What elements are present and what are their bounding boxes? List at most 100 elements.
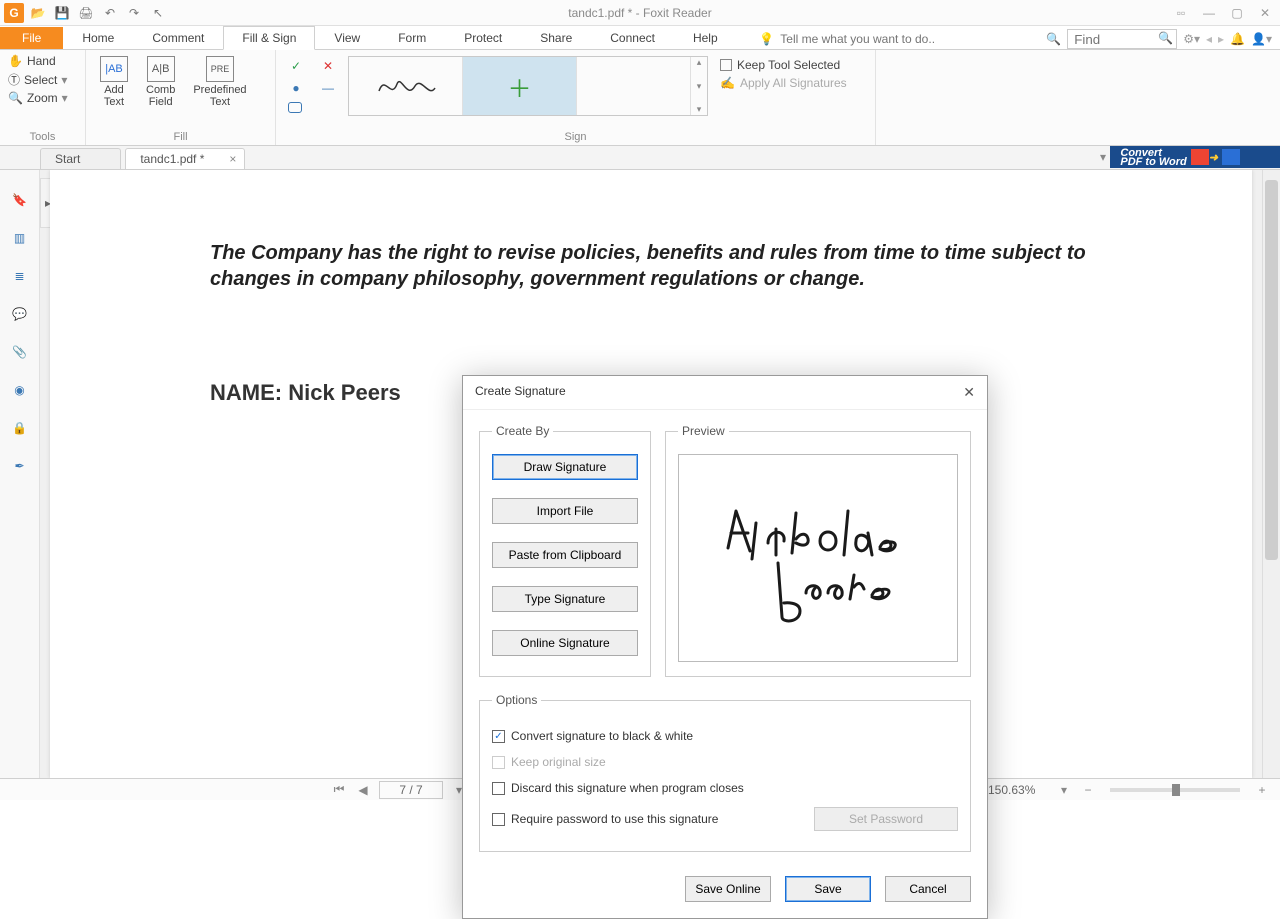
signature-thumb-icon <box>371 66 441 106</box>
tab-view[interactable]: View <box>315 26 379 49</box>
tabs-dropdown-icon[interactable]: ▾ <box>1100 150 1106 164</box>
ribbon-display-icon[interactable]: ▫▫ <box>1172 6 1190 20</box>
find-next-icon[interactable]: ▸ <box>1218 32 1224 46</box>
tab-fill-sign[interactable]: Fill & Sign <box>223 26 315 50</box>
opt-keep-size: Keep original size <box>492 749 958 775</box>
create-by-legend: Create By <box>492 424 553 438</box>
draw-signature-button[interactable]: Draw Signature <box>492 454 638 480</box>
apply-all-button[interactable]: ✍ Apply All Signatures <box>720 76 847 90</box>
doctab-start[interactable]: Start <box>40 148 121 169</box>
redo-icon[interactable]: ↷ <box>124 3 144 23</box>
notification-icon[interactable]: 🔔 <box>1230 32 1245 46</box>
find-prev-icon[interactable]: ◂ <box>1206 32 1212 46</box>
keep-tool-checkbox[interactable]: Keep Tool Selected <box>720 58 847 72</box>
signature-preview-icon <box>708 483 928 633</box>
zoom-icon: 🔍 <box>8 91 23 105</box>
save-online-button[interactable]: Save Online <box>685 876 771 902</box>
signature-slot-1[interactable] <box>349 57 463 115</box>
gallery-up-icon[interactable]: ▴ <box>691 57 707 68</box>
keep-tool-label: Keep Tool Selected <box>737 58 840 72</box>
online-signature-button[interactable]: Online Signature <box>492 630 638 656</box>
add-text-button[interactable]: |AB Add Text <box>94 54 134 110</box>
gallery-more-icon[interactable]: ▾ <box>691 104 707 115</box>
apply-all-label: Apply All Signatures <box>740 76 847 90</box>
dialog-close-icon[interactable]: ✕ <box>963 384 975 401</box>
doc-chip-icon <box>1222 149 1240 165</box>
import-file-button[interactable]: Import File <box>492 498 638 524</box>
close-icon[interactable]: ✕ <box>1256 6 1274 20</box>
maximize-icon[interactable]: ▢ <box>1228 6 1246 20</box>
select-icon: Ⓣ <box>8 71 20 88</box>
comb-field-label: Comb Field <box>146 84 175 108</box>
minimize-icon[interactable]: — <box>1200 6 1218 20</box>
title-bar: G 📂 💾 🖨 ↶ ↷ ↖ tandc1.pdf * - Foxit Reade… <box>0 0 1280 26</box>
comb-field-button[interactable]: A|B Comb Field <box>140 54 181 110</box>
apply-all-icon: ✍ <box>720 76 735 90</box>
undo-icon[interactable]: ↶ <box>100 3 120 23</box>
signature-slot-3[interactable] <box>577 57 691 115</box>
convert-banner[interactable]: Convert PDF to Word ➜ <box>1110 146 1280 168</box>
first-page-icon[interactable]: ⏮ <box>331 782 347 797</box>
x-mark-icon[interactable]: ✕ <box>320 58 336 74</box>
opt-discard[interactable]: Discard this signature when program clos… <box>492 775 958 801</box>
fill-group-label: Fill <box>94 129 267 143</box>
print-icon[interactable]: 🖨 <box>76 3 96 23</box>
checkmark-icon[interactable]: ✓ <box>288 58 304 74</box>
predefined-text-button[interactable]: PRE Predefined Text <box>187 54 252 110</box>
opt-require-password[interactable]: Require password to use this signature S… <box>492 801 958 837</box>
cursor-icon[interactable]: ↖ <box>148 3 168 23</box>
menu-bar: File Home Comment Fill & Sign View Form … <box>0 26 1280 50</box>
find-options-icon[interactable]: ⚙▾ <box>1183 32 1200 46</box>
tab-share[interactable]: Share <box>521 26 591 49</box>
select-label: Select <box>24 73 57 87</box>
checkbox-icon <box>492 782 505 795</box>
save-button[interactable]: Save <box>785 876 871 902</box>
hand-tool[interactable]: ✋ Hand <box>8 54 77 68</box>
pdf-chip-icon <box>1191 149 1209 165</box>
set-password-button: Set Password <box>814 807 958 831</box>
opt-convert-label: Convert signature to black & white <box>511 729 693 743</box>
rect-icon[interactable] <box>288 102 302 113</box>
zoom-level[interactable]: 150.63% <box>988 783 1048 797</box>
opt-convert-bw[interactable]: ✓ Convert signature to black & white <box>492 723 958 749</box>
zoom-out-icon[interactable]: − <box>1080 783 1096 797</box>
zoom-slider-knob[interactable] <box>1172 784 1180 796</box>
tab-connect[interactable]: Connect <box>591 26 674 49</box>
cancel-button[interactable]: Cancel <box>885 876 971 902</box>
paste-clipboard-button[interactable]: Paste from Clipboard <box>492 542 638 568</box>
page-indicator[interactable]: 7 / 7 <box>379 781 443 799</box>
search-doc-icon[interactable]: 🔍 <box>1046 32 1061 46</box>
hand-label: Hand <box>27 54 56 68</box>
tab-protect[interactable]: Protect <box>445 26 521 49</box>
tab-home[interactable]: Home <box>63 26 133 49</box>
line-icon[interactable]: — <box>320 80 336 96</box>
banner-line2: PDF to Word <box>1120 156 1186 168</box>
checkbox-icon <box>492 813 505 826</box>
tell-me-input[interactable] <box>780 32 1040 46</box>
options-legend: Options <box>492 693 541 707</box>
prev-page-icon[interactable]: ◀ <box>355 783 371 797</box>
hand-icon: ✋ <box>8 54 23 68</box>
tab-comment[interactable]: Comment <box>133 26 223 49</box>
save-icon[interactable]: 💾 <box>52 3 72 23</box>
zoom-dropdown-icon[interactable]: ▾ <box>1056 783 1072 797</box>
type-signature-button[interactable]: Type Signature <box>492 586 638 612</box>
find-icon[interactable]: 🔍 <box>1158 31 1173 45</box>
dot-icon[interactable]: ● <box>288 80 304 96</box>
zoom-in-icon[interactable]: + <box>1254 783 1270 797</box>
signature-preview <box>678 454 958 662</box>
user-icon[interactable]: 👤▾ <box>1251 32 1272 46</box>
select-tool[interactable]: ⓉSelect▾ <box>8 71 77 88</box>
open-icon[interactable]: 📂 <box>28 3 48 23</box>
add-text-icon: |AB <box>100 56 128 82</box>
tab-form[interactable]: Form <box>379 26 445 49</box>
tab-help[interactable]: Help <box>674 26 737 49</box>
create-by-fieldset: Create By Draw Signature Import File Pas… <box>479 424 651 677</box>
zoom-tool[interactable]: 🔍Zoom▾ <box>8 91 77 105</box>
file-tab[interactable]: File <box>0 27 63 49</box>
zoom-slider[interactable] <box>1110 788 1240 792</box>
gallery-down-icon[interactable]: ▾ <box>691 81 707 92</box>
doctab-close-icon[interactable]: × <box>229 152 236 166</box>
signature-add-slot[interactable]: ＋ <box>463 57 577 115</box>
doctab-current[interactable]: tandc1.pdf *× <box>125 148 245 169</box>
